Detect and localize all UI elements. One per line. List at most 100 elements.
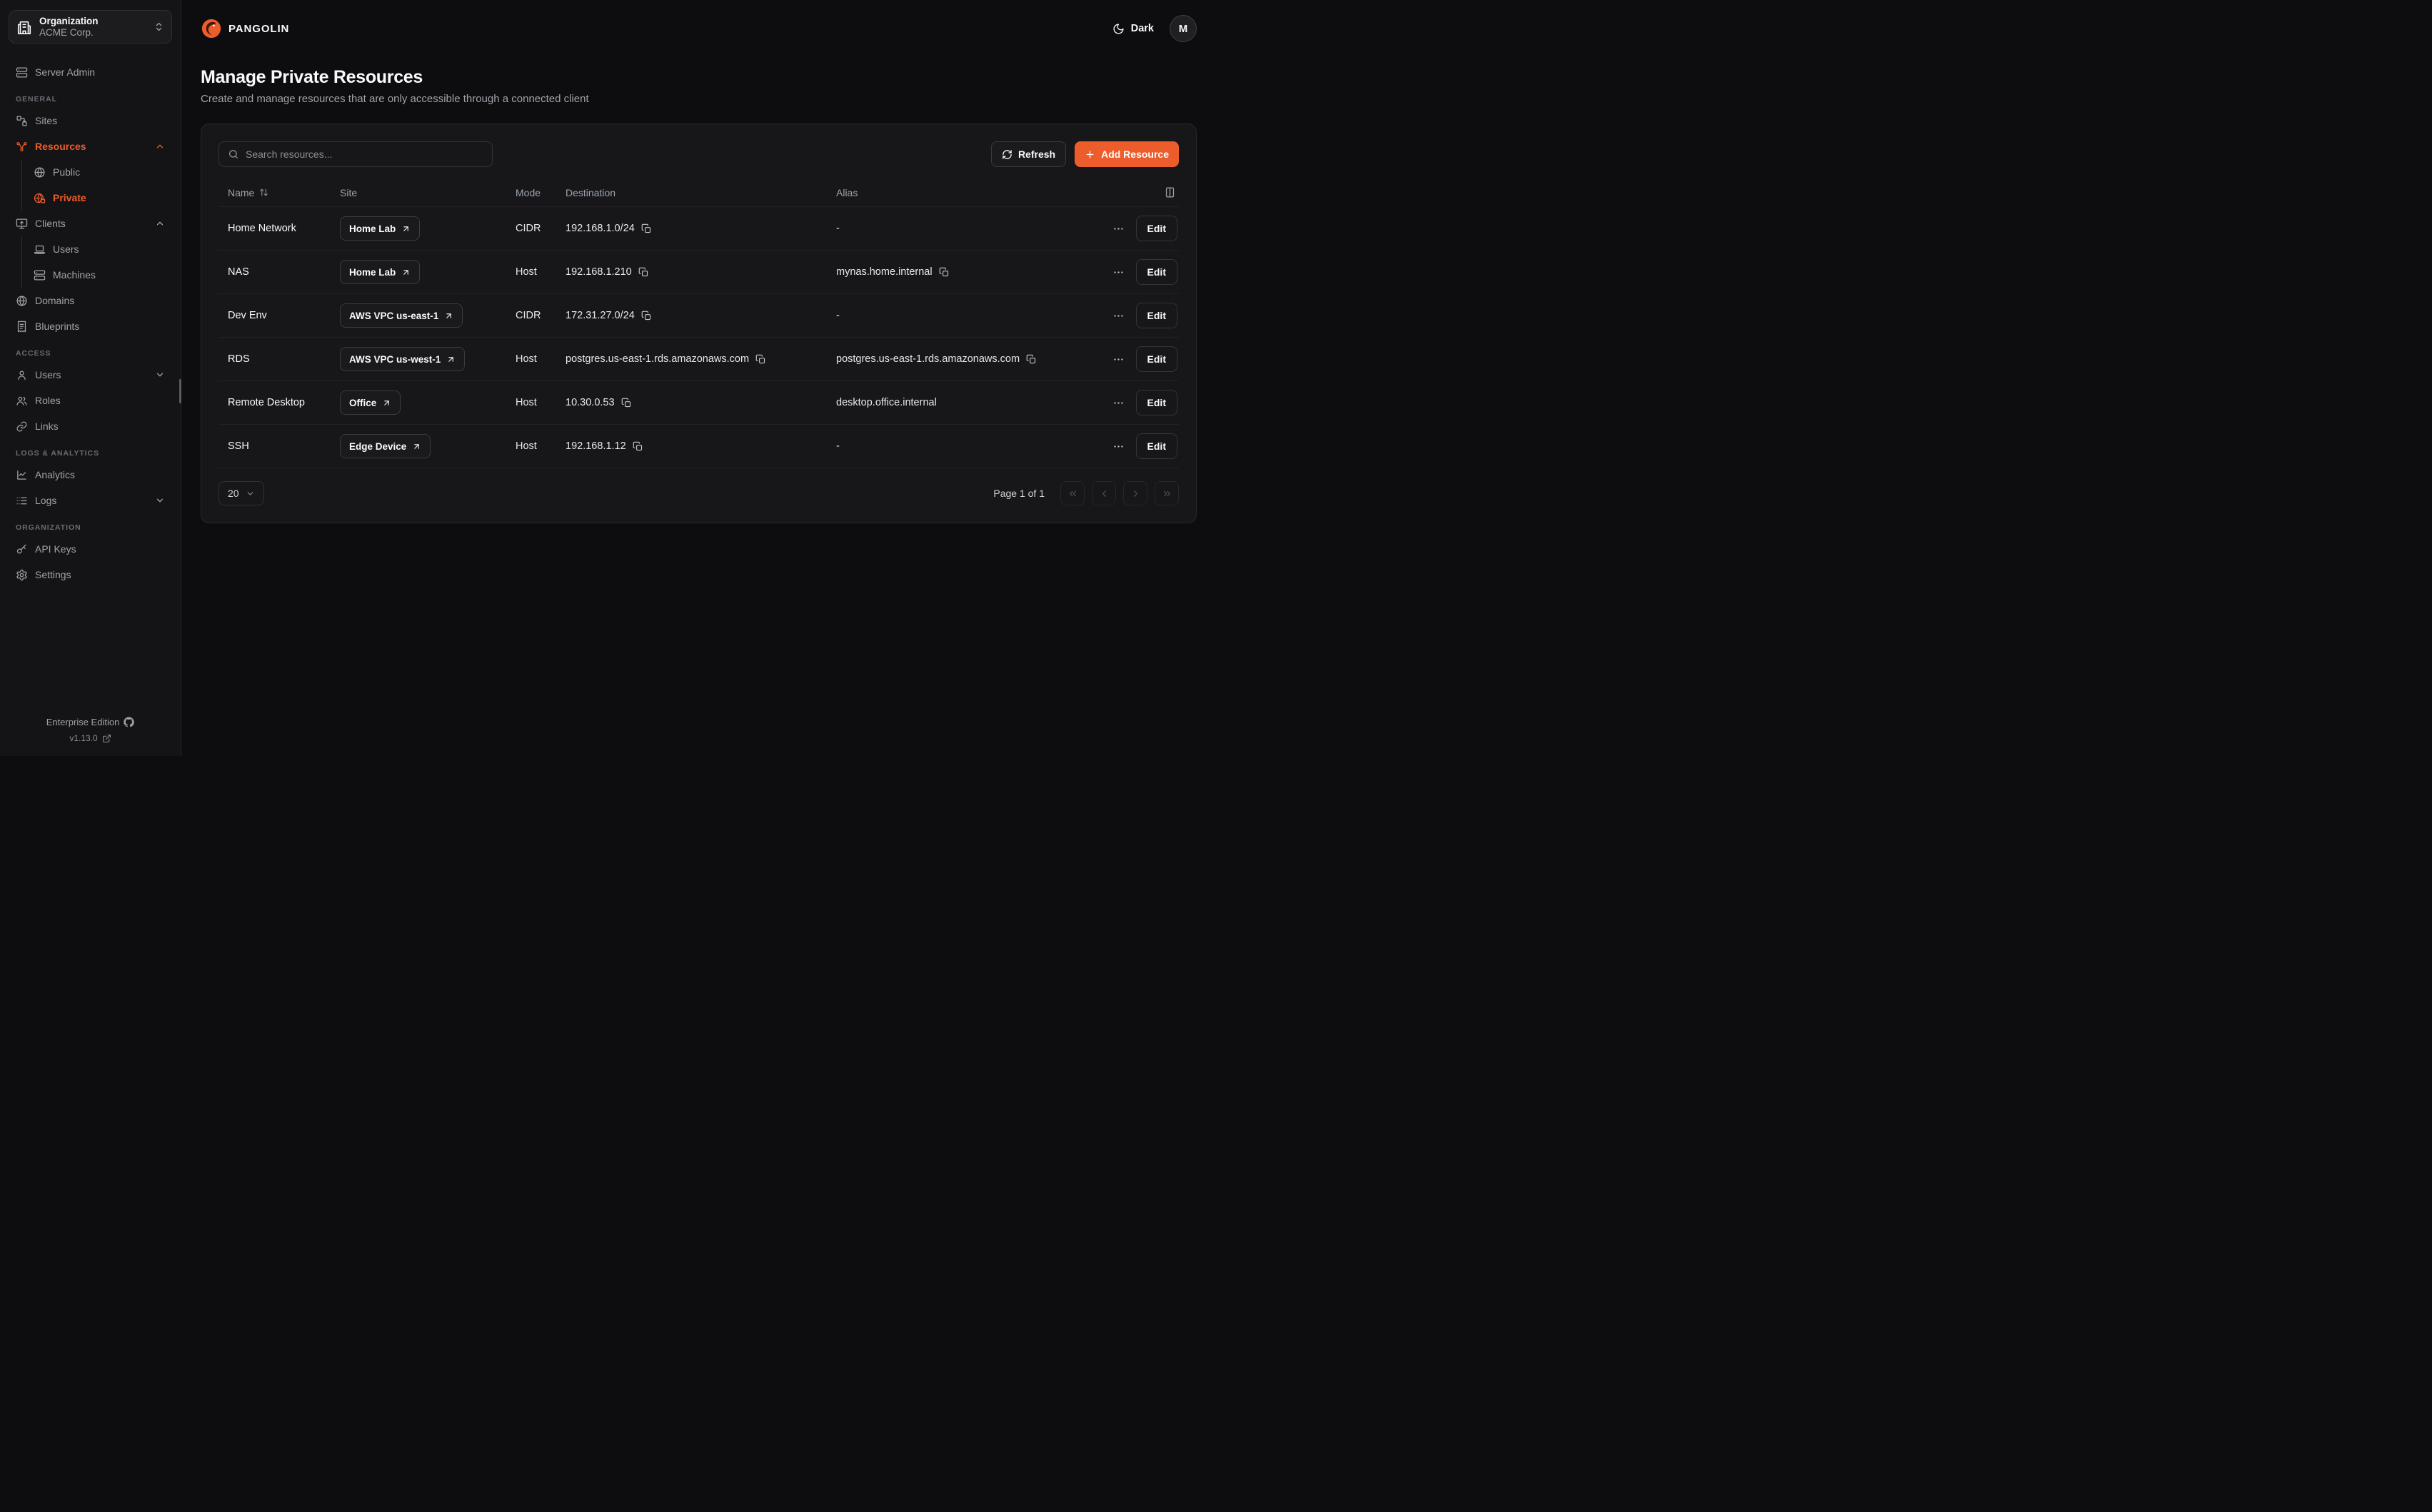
edit-button[interactable]: Edit [1136,259,1177,285]
site-link[interactable]: Edge Device [340,434,431,458]
resource-destination: 172.31.27.0/24 [566,310,635,321]
copy-icon[interactable] [641,223,652,234]
sidebar-item-server-admin[interactable]: Server Admin [9,59,172,85]
sidebar-item-label: Domains [35,295,74,306]
resource-name: SSH [218,440,340,452]
sidebar-item-private[interactable]: Private [22,185,172,211]
sidebar-item-blueprints[interactable]: Blueprints [9,313,172,339]
page-size-value: 20 [228,488,239,499]
resource-alias: - [836,440,840,452]
copy-icon[interactable] [939,267,950,278]
copy-icon[interactable] [1026,354,1037,365]
pangolin-logo-icon [201,18,222,39]
chevron-down-icon [155,370,165,380]
brand[interactable]: PANGOLIN [201,18,289,39]
sidebar-item-settings[interactable]: Settings [9,562,172,588]
chevrons-up-down-icon [154,21,164,32]
sidebar-item-api-keys[interactable]: API Keys [9,536,172,562]
row-menu-button[interactable] [1112,310,1125,322]
version-line[interactable]: v1.13.0 [9,733,172,743]
chevron-up-icon [155,218,165,228]
sidebar-item-clients[interactable]: Clients [9,211,172,236]
sidebar-item-public[interactable]: Public [22,159,172,185]
copy-icon[interactable] [641,311,652,321]
workflow-icon [16,115,28,127]
resource-name: Remote Desktop [218,397,340,408]
sidebar-item-machines[interactable]: Machines [22,262,172,288]
sidebar-item-analytics[interactable]: Analytics [9,462,172,488]
table-row: SSH Edge Device Host 192.168.1.12 - Edit [218,425,1179,468]
sidebar-item-clients-users[interactable]: Users [22,236,172,262]
theme-toggle[interactable]: Dark [1112,23,1154,35]
avatar[interactable]: M [1170,15,1197,42]
column-header-alias: Alias [836,187,1086,198]
sidebar-footer: Enterprise Edition v1.13.0 [9,717,172,746]
add-resource-button[interactable]: Add Resource [1075,141,1179,167]
resources-sub-list: Public Private [21,159,172,211]
sidebar-item-logs[interactable]: Logs [9,488,172,513]
user-icon [16,369,28,381]
pagination-buttons [1060,481,1179,505]
version-label: v1.13.0 [69,733,97,743]
row-menu-button[interactable] [1112,353,1125,366]
sidebar-scrollbar-thumb[interactable] [179,379,181,403]
edition-line: Enterprise Edition [9,717,172,727]
row-menu-button[interactable] [1112,440,1125,453]
sidebar-item-sites[interactable]: Sites [9,108,172,133]
chevron-up-icon [155,141,165,151]
site-link[interactable]: AWS VPC us-west-1 [340,347,465,371]
first-page-button[interactable] [1060,481,1085,505]
github-icon[interactable] [124,717,134,727]
column-header-name[interactable]: Name [218,187,340,198]
chevrons-right-icon [1162,488,1172,499]
site-label: AWS VPC us-west-1 [349,354,441,365]
last-page-button[interactable] [1155,481,1179,505]
sidebar-item-label: Public [53,166,80,178]
copy-icon[interactable] [638,267,649,278]
refresh-button[interactable]: Refresh [991,141,1066,167]
page-size-select[interactable]: 20 [218,481,264,505]
brand-name: PANGOLIN [228,23,289,35]
sidebar-item-resources[interactable]: Resources [9,133,172,159]
copy-icon[interactable] [755,354,766,365]
site-label: Edge Device [349,441,406,452]
edit-button[interactable]: Edit [1136,303,1177,328]
resource-name: Home Network [218,223,340,234]
edit-button[interactable]: Edit [1136,346,1177,372]
sidebar-item-label: Resources [35,141,148,152]
chart-line-icon [16,469,28,481]
pagination: Page 1 of 1 [993,481,1179,505]
edit-button[interactable]: Edit [1136,433,1177,459]
copy-icon[interactable] [621,398,632,408]
row-menu-button[interactable] [1112,397,1125,409]
next-page-button[interactable] [1123,481,1147,505]
add-resource-label: Add Resource [1101,148,1169,160]
row-menu-button[interactable] [1112,223,1125,235]
edit-button[interactable]: Edit [1136,390,1177,415]
search-input[interactable] [246,148,483,160]
org-selector[interactable]: Organization ACME Corp. [9,10,172,44]
site-link[interactable]: AWS VPC us-east-1 [340,303,463,328]
receipt-text-icon [16,321,28,333]
sidebar-item-links[interactable]: Links [9,413,172,439]
column-visibility-button[interactable] [1086,186,1179,198]
arrow-up-right-icon [401,268,411,277]
sidebar-item-label: Blueprints [35,321,79,332]
copy-icon[interactable] [633,441,643,452]
edit-button[interactable]: Edit [1136,216,1177,241]
prev-page-button[interactable] [1092,481,1116,505]
columns-icon [1164,186,1176,198]
chevron-down-icon [246,489,255,498]
sidebar-item-label: Private [53,192,86,203]
row-menu-button[interactable] [1112,266,1125,278]
sidebar-item-domains[interactable]: Domains [9,288,172,313]
sidebar-item-label: Server Admin [35,66,95,78]
site-link[interactable]: Home Lab [340,260,420,284]
sidebar-item-users[interactable]: Users [9,362,172,388]
org-selector-label: Organization [39,16,146,26]
site-link[interactable]: Office [340,390,401,415]
sidebar-item-roles[interactable]: Roles [9,388,172,413]
site-link[interactable]: Home Lab [340,216,420,241]
resources-table: Name Site Mode Destination Alias Home Ne… [218,178,1179,468]
key-icon [16,543,28,555]
